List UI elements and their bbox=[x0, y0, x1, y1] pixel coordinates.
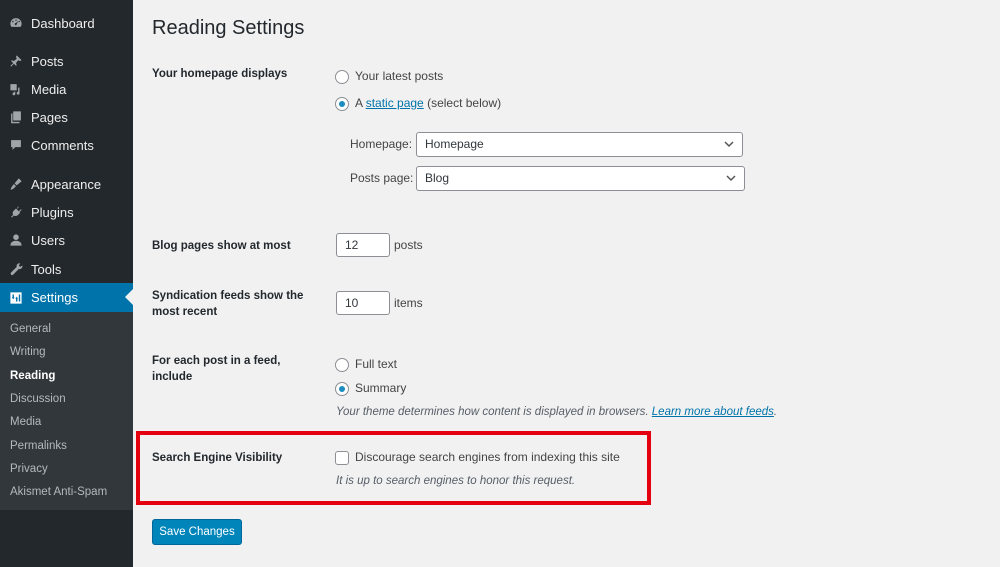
feed-description: Your theme determines how content is dis… bbox=[336, 406, 777, 418]
dashboard-icon bbox=[9, 16, 23, 30]
plug-icon bbox=[9, 205, 23, 219]
latest-posts-label[interactable]: Your latest posts bbox=[355, 69, 443, 83]
media-icon bbox=[9, 82, 23, 96]
summary-label[interactable]: Summary bbox=[355, 381, 406, 395]
summary-radio[interactable] bbox=[335, 382, 349, 396]
submenu-item-general[interactable]: General bbox=[10, 323, 51, 335]
admin-sidebar: Dashboard Posts Media Pages Comments App… bbox=[0, 0, 133, 567]
items-unit: items bbox=[394, 296, 423, 310]
posts-page-select-value: Blog bbox=[425, 171, 450, 185]
homepage-select-label: Homepage: bbox=[350, 137, 413, 151]
discourage-search-checkbox[interactable] bbox=[335, 451, 349, 465]
feed-items-input[interactable]: 10 bbox=[336, 291, 390, 315]
submenu-item-akismet[interactable]: Akismet Anti-Spam bbox=[10, 486, 107, 498]
wrench-icon bbox=[9, 262, 23, 276]
static-page-radio[interactable] bbox=[335, 97, 349, 111]
submenu-item-privacy[interactable]: Privacy bbox=[10, 463, 48, 475]
chevron-down-icon bbox=[726, 175, 736, 182]
save-changes-button[interactable]: Save Changes bbox=[152, 519, 242, 545]
full-text-radio[interactable] bbox=[335, 358, 349, 372]
sidebar-item-pages[interactable]: Pages bbox=[0, 103, 133, 131]
sidebar-label: Dashboard bbox=[31, 15, 95, 31]
syndication-label: Syndication feeds show the most recent bbox=[152, 290, 304, 318]
submenu-item-reading[interactable]: Reading bbox=[10, 370, 55, 382]
posts-unit: posts bbox=[394, 238, 423, 252]
sidebar-item-users[interactable]: Users bbox=[0, 226, 133, 254]
pages-icon bbox=[9, 110, 23, 124]
sidebar-label: Media bbox=[31, 81, 67, 97]
sidebar-item-comments[interactable]: Comments bbox=[0, 131, 133, 159]
static-suffix: (select below) bbox=[427, 96, 502, 110]
discourage-search-label[interactable]: Discourage search engines from indexing … bbox=[355, 450, 620, 464]
learn-more-feeds-link[interactable]: Learn more about feeds bbox=[652, 406, 774, 418]
sidebar-item-media[interactable]: Media bbox=[0, 75, 133, 103]
page-title: Reading Settings bbox=[152, 17, 305, 39]
brush-icon bbox=[9, 177, 23, 191]
sidebar-label: Users bbox=[31, 232, 65, 248]
pin-icon bbox=[9, 54, 23, 68]
homepage-displays-label: Your homepage displays bbox=[152, 68, 288, 80]
settings-icon bbox=[9, 291, 23, 305]
static-page-label[interactable]: A static page (select below) bbox=[355, 96, 501, 110]
blog-pages-label: Blog pages show at most bbox=[152, 240, 291, 252]
sidebar-label: Tools bbox=[31, 261, 62, 277]
chevron-down-icon bbox=[724, 141, 734, 148]
submenu-item-permalinks[interactable]: Permalinks bbox=[10, 440, 67, 452]
search-visibility-description: It is up to search engines to honor this… bbox=[336, 475, 576, 487]
submenu-item-discussion[interactable]: Discussion bbox=[10, 393, 66, 405]
sidebar-item-settings[interactable]: Settings bbox=[0, 283, 133, 312]
comment-icon bbox=[9, 138, 23, 152]
period: . bbox=[773, 406, 778, 418]
sidebar-item-tools[interactable]: Tools bbox=[0, 255, 133, 283]
homepage-select-value: Homepage bbox=[425, 137, 484, 151]
sidebar-label: Plugins bbox=[31, 204, 74, 220]
homepage-select[interactable]: Homepage bbox=[416, 132, 743, 157]
submenu-item-media[interactable]: Media bbox=[10, 416, 41, 428]
sidebar-item-appearance[interactable]: Appearance bbox=[0, 170, 133, 198]
full-text-label[interactable]: Full text bbox=[355, 357, 397, 371]
posts-page-select[interactable]: Blog bbox=[416, 166, 745, 191]
settings-submenu: General Writing Reading Discussion Media… bbox=[0, 312, 133, 510]
submenu-item-writing[interactable]: Writing bbox=[10, 346, 46, 358]
sidebar-item-posts[interactable]: Posts bbox=[0, 47, 133, 75]
posts-page-select-label: Posts page: bbox=[350, 171, 414, 185]
user-icon bbox=[9, 233, 23, 247]
sidebar-item-dashboard[interactable]: Dashboard bbox=[0, 9, 133, 37]
static-prefix: A bbox=[355, 96, 363, 110]
highlight-box bbox=[136, 431, 651, 505]
sidebar-label: Appearance bbox=[31, 176, 102, 192]
sidebar-item-plugins[interactable]: Plugins bbox=[0, 198, 133, 226]
main-content: Reading Settings Your homepage displays … bbox=[133, 0, 1000, 567]
sidebar-label: Comments bbox=[31, 137, 94, 153]
sidebar-label: Posts bbox=[31, 53, 64, 69]
sidebar-label: Settings bbox=[31, 290, 78, 305]
feed-include-label: For each post in a feed, include bbox=[152, 355, 281, 383]
latest-posts-radio[interactable] bbox=[335, 70, 349, 84]
posts-per-page-input[interactable]: 12 bbox=[336, 233, 390, 257]
feed-description-text: Your theme determines how content is dis… bbox=[336, 406, 649, 418]
sidebar-label: Pages bbox=[31, 109, 68, 125]
static-page-link[interactable]: static page bbox=[366, 96, 424, 110]
search-visibility-label: Search Engine Visibility bbox=[152, 452, 283, 464]
